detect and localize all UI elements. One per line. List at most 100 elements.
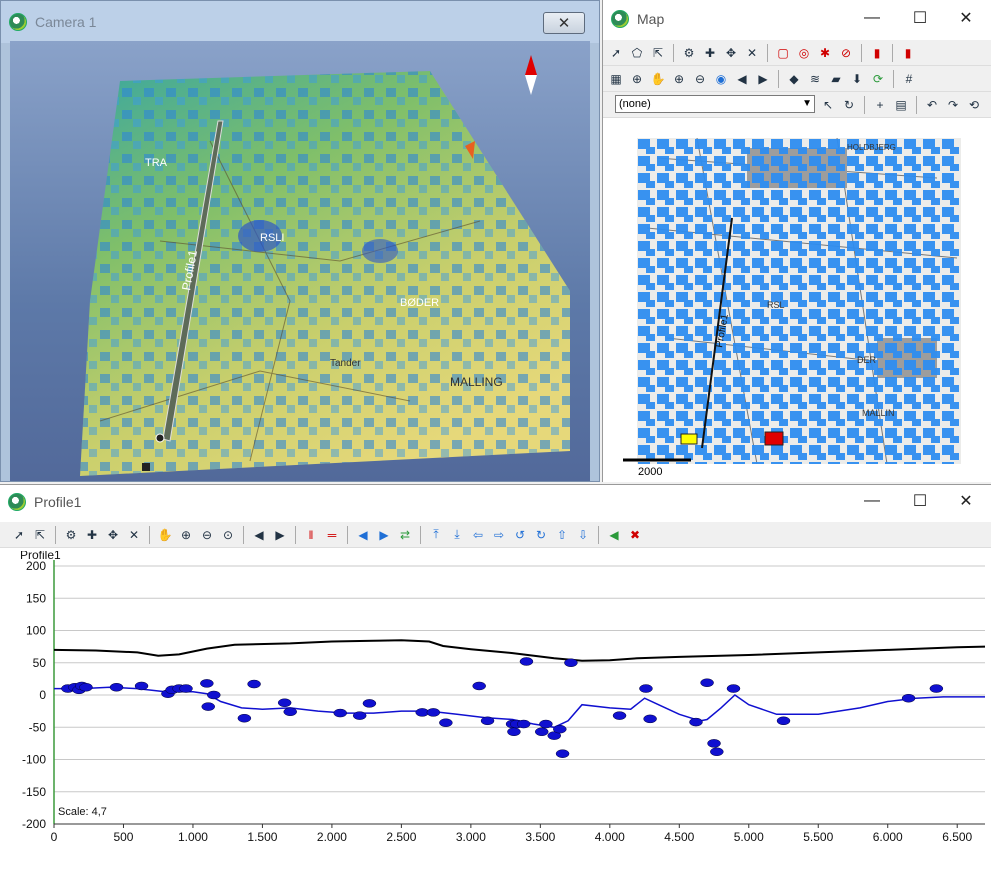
speaker-mute-icon[interactable]: ✖ bbox=[626, 526, 644, 544]
horizontal-bars-icon[interactable]: ═ bbox=[323, 526, 341, 544]
back-icon[interactable]: ◀ bbox=[250, 526, 268, 544]
data-point[interactable] bbox=[553, 724, 567, 734]
circle-target-icon[interactable]: ◎ bbox=[795, 44, 813, 62]
data-point[interactable] bbox=[901, 693, 916, 703]
data-point[interactable] bbox=[700, 678, 714, 687]
data-point[interactable] bbox=[643, 714, 657, 724]
zoom-in-icon[interactable]: ⊕ bbox=[670, 70, 688, 88]
data-point[interactable] bbox=[707, 739, 721, 748]
data-point[interactable] bbox=[439, 718, 453, 727]
download-icon[interactable]: ⬇ bbox=[848, 70, 866, 88]
data-point[interactable] bbox=[519, 657, 534, 666]
data-point[interactable] bbox=[539, 719, 553, 729]
folder-icon[interactable]: ▰ bbox=[827, 70, 845, 88]
arrow-left-icon[interactable]: ⇦ bbox=[469, 526, 487, 544]
redo-icon[interactable]: ↷ bbox=[944, 96, 962, 114]
data-point[interactable] bbox=[929, 684, 944, 693]
layer-stack-icon[interactable]: ≋ bbox=[806, 70, 824, 88]
reset-icon[interactable]: ⟲ bbox=[965, 96, 983, 114]
pan-hand-icon[interactable]: ✋ bbox=[156, 526, 174, 544]
layers-color-icon[interactable]: ◆ bbox=[785, 70, 803, 88]
map-maximize-button[interactable]: ☐ bbox=[897, 0, 943, 36]
rotate-icon[interactable]: ↻ bbox=[840, 96, 858, 114]
data-point[interactable] bbox=[516, 719, 531, 729]
profile-chart[interactable]: 200 150 100 50 0 -50 -100 -150 -200 0 500 1.000 1.50… bbox=[0, 548, 991, 880]
move-top-icon[interactable]: ⤒ bbox=[427, 526, 445, 544]
move-bottom-icon[interactable]: ⤓ bbox=[448, 526, 466, 544]
zoom-in-icon[interactable]: ⊕ bbox=[177, 526, 195, 544]
data-point[interactable] bbox=[726, 684, 741, 693]
data-point[interactable] bbox=[207, 690, 221, 700]
arrow-right-icon[interactable]: ⇨ bbox=[490, 526, 508, 544]
data-point[interactable] bbox=[179, 684, 193, 693]
node-add-icon[interactable]: ✚ bbox=[83, 526, 101, 544]
plus-icon[interactable]: + bbox=[871, 96, 889, 114]
data-point[interactable] bbox=[710, 747, 724, 757]
data-point[interactable] bbox=[237, 713, 252, 723]
delete-icon[interactable]: ✕ bbox=[125, 526, 143, 544]
select-arrow-icon[interactable]: ➚ bbox=[10, 526, 28, 544]
data-point[interactable] bbox=[564, 658, 578, 667]
data-point[interactable] bbox=[612, 711, 627, 720]
pan-hand-icon[interactable]: ✋ bbox=[649, 70, 667, 88]
data-point[interactable] bbox=[277, 698, 292, 707]
hash-grid-icon[interactable]: # bbox=[900, 70, 918, 88]
vertical-bars-icon[interactable]: ‖ bbox=[302, 526, 320, 544]
speaker-icon[interactable]: ◀ bbox=[605, 526, 623, 544]
data-point[interactable] bbox=[689, 717, 703, 727]
star-icon[interactable]: ✱ bbox=[816, 44, 834, 62]
3d-scene-viewport[interactable]: Profile1 TRA RSLI BØDER Tander MALLING bbox=[10, 41, 590, 481]
cursor-icon[interactable]: ↖ bbox=[819, 96, 837, 114]
no-entry-icon[interactable]: ⊘ bbox=[837, 44, 855, 62]
undo-icon[interactable]: ↶ bbox=[923, 96, 941, 114]
data-point[interactable] bbox=[555, 749, 570, 758]
data-point[interactable] bbox=[333, 708, 347, 718]
data-point[interactable] bbox=[201, 702, 215, 711]
data-point[interactable] bbox=[776, 716, 791, 726]
text-select-icon[interactable]: ⇱ bbox=[31, 526, 49, 544]
data-point[interactable] bbox=[472, 681, 486, 691]
red-marker[interactable] bbox=[764, 431, 784, 446]
swap-icon[interactable]: ⇄ bbox=[396, 526, 414, 544]
polygon-select-icon[interactable]: ⬠ bbox=[628, 44, 646, 62]
delete-icon[interactable]: ✕ bbox=[743, 44, 761, 62]
globe-icon[interactable]: ◉ bbox=[712, 70, 730, 88]
data-point[interactable] bbox=[534, 727, 549, 737]
profile-maximize-button[interactable]: ☐ bbox=[897, 485, 943, 517]
arrow-down-icon[interactable]: ⇩ bbox=[574, 526, 592, 544]
yellow-marker[interactable] bbox=[680, 433, 698, 445]
data-point[interactable] bbox=[352, 711, 367, 720]
data-point[interactable] bbox=[480, 716, 495, 726]
map-close-button[interactable]: ✕ bbox=[943, 0, 989, 36]
forward-icon[interactable]: ▶ bbox=[754, 70, 772, 88]
forward-icon[interactable]: ▶ bbox=[271, 526, 289, 544]
data-point[interactable] bbox=[247, 679, 261, 689]
grid-icon[interactable]: ▦ bbox=[607, 70, 625, 88]
rectangle-red-icon[interactable]: ▢ bbox=[774, 44, 792, 62]
red-marker-icon[interactable]: ▮ bbox=[899, 44, 917, 62]
data-point[interactable] bbox=[79, 683, 93, 692]
zoom-area-icon[interactable]: ⊕ bbox=[628, 70, 646, 88]
select-arrow-icon[interactable]: ➚ bbox=[607, 44, 625, 62]
data-point[interactable] bbox=[200, 679, 214, 688]
node-move-icon[interactable]: ✥ bbox=[104, 526, 122, 544]
data-point[interactable] bbox=[109, 683, 124, 692]
profile-titlebar[interactable]: Profile1 bbox=[0, 485, 991, 519]
camera-titlebar[interactable]: Camera 1 bbox=[1, 1, 599, 43]
data-point[interactable] bbox=[134, 681, 149, 691]
zoom-out-icon[interactable]: ⊖ bbox=[691, 70, 709, 88]
data-point[interactable] bbox=[283, 707, 297, 717]
node-add-icon[interactable]: ✚ bbox=[701, 44, 719, 62]
map-minimize-button[interactable]: — bbox=[849, 0, 895, 36]
zoom-out-icon[interactable]: ⊖ bbox=[198, 526, 216, 544]
red-bar-icon[interactable]: ▮ bbox=[868, 44, 886, 62]
back-icon[interactable]: ◀ bbox=[733, 70, 751, 88]
map-canvas[interactable]: Profile1 HOLDBJERG RSL DER MALLIN bbox=[637, 137, 961, 465]
zoom-reset-icon[interactable]: ⊙ bbox=[219, 526, 237, 544]
profile-close-button[interactable]: ✕ bbox=[943, 485, 989, 517]
compass-icon[interactable] bbox=[523, 53, 539, 97]
rotate-left-icon[interactable]: ↺ bbox=[511, 526, 529, 544]
node-move-icon[interactable]: ✥ bbox=[722, 44, 740, 62]
triangle-left-icon[interactable]: ◀ bbox=[354, 526, 372, 544]
arrow-up-icon[interactable]: ⇧ bbox=[553, 526, 571, 544]
